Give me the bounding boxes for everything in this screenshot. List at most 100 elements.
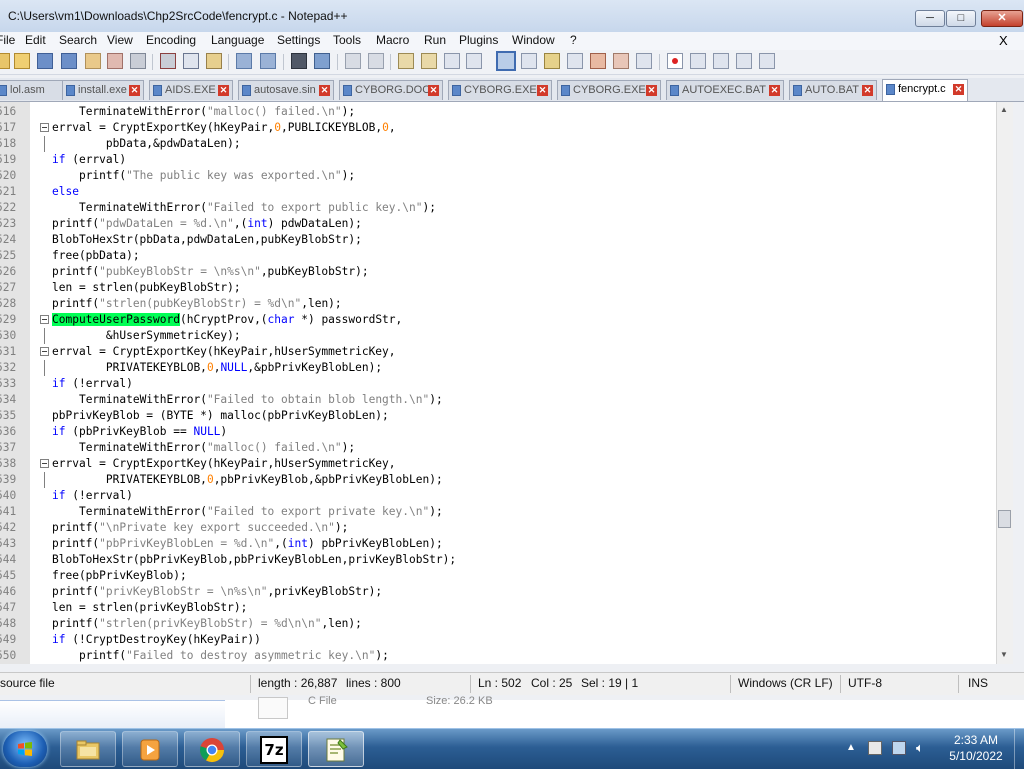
menu-settings[interactable]: Settings bbox=[277, 33, 320, 47]
indent-guide-icon[interactable] bbox=[496, 51, 516, 71]
code-line[interactable]: 544 BlobToHexStr(pbPrivKeyBlob,pbPrivKeyB… bbox=[0, 552, 996, 568]
code-line[interactable]: 524 BlobToHexStr(pbData,pdwDataLen,pubKey… bbox=[0, 232, 996, 248]
code-line[interactable]: 530 &hUserSymmetricKey); bbox=[0, 328, 996, 344]
code-editor[interactable]: 516 TerminateWithError("malloc() failed.… bbox=[0, 102, 996, 664]
menu-plugins[interactable]: Plugins bbox=[459, 33, 498, 47]
tab-close-icon[interactable]: ✕ bbox=[129, 85, 140, 96]
word-wrap-icon[interactable] bbox=[444, 53, 460, 69]
code-line[interactable]: 537 TerminateWithError("malloc() failed.… bbox=[0, 440, 996, 456]
scrollbar-thumb[interactable] bbox=[998, 510, 1011, 528]
zoom-in-icon[interactable] bbox=[345, 53, 361, 69]
taskbar-7zip-button[interactable]: 7z bbox=[246, 731, 302, 767]
code-line[interactable]: 528 printf("strlen(pubKeyBlobStr) = %d\n"… bbox=[0, 296, 996, 312]
close-button[interactable]: ✕ bbox=[981, 10, 1023, 27]
code-line[interactable]: 550 printf("Failed to destroy asymmetric… bbox=[0, 648, 996, 664]
title-bar[interactable]: C:\Users\vm1\Downloads\Chp2SrcCode\fencr… bbox=[0, 0, 1024, 33]
menu-help[interactable]: ? bbox=[570, 33, 577, 47]
code-line[interactable]: 517 errval = CryptExportKey(hKeyPair, 0,PU… bbox=[0, 120, 996, 136]
tab-close-icon[interactable]: ✕ bbox=[862, 85, 873, 96]
code-line[interactable]: 532 PRIVATEKEYBLOB,0,NULL,&pbPrivKeyBlob… bbox=[0, 360, 996, 376]
document-map-icon[interactable] bbox=[544, 53, 560, 69]
tab-close-icon[interactable]: ✕ bbox=[537, 85, 548, 96]
folder-icon[interactable] bbox=[613, 53, 629, 69]
scroll-down-icon[interactable]: ▼ bbox=[1000, 650, 1008, 659]
code-line[interactable]: 522 TerminateWithError("Failed to export… bbox=[0, 200, 996, 216]
code-line[interactable]: 534 TerminateWithError("Failed to obtain… bbox=[0, 392, 996, 408]
sync-horizontal-icon[interactable] bbox=[421, 53, 437, 69]
clock-date[interactable]: 5/10/2022 bbox=[940, 749, 1012, 763]
tab-close-icon[interactable]: ✕ bbox=[953, 84, 964, 95]
close-document-button[interactable]: X bbox=[999, 33, 1008, 48]
code-line[interactable]: 549 if (!CryptDestroyKey(hKeyPair)) bbox=[0, 632, 996, 648]
code-line[interactable]: 521 else bbox=[0, 184, 996, 200]
tab-autosave-sin[interactable]: autosave.sin ✕ bbox=[238, 80, 334, 100]
action-center-flag-icon[interactable] bbox=[868, 741, 882, 755]
taskbar-media-player-button[interactable] bbox=[122, 731, 178, 767]
undo-icon[interactable] bbox=[236, 53, 252, 69]
tab-cyborg-doc[interactable]: CYBORG.DOC ✕ bbox=[339, 80, 443, 100]
code-line[interactable]: 520 printf("The public key was exported.… bbox=[0, 168, 996, 184]
cut-icon[interactable] bbox=[160, 53, 176, 69]
start-button[interactable] bbox=[3, 731, 47, 767]
menu-search[interactable]: Search bbox=[59, 33, 97, 47]
monitoring-icon[interactable] bbox=[636, 53, 652, 69]
tab-fencrypt-c[interactable]: fencrypt.c ✕ bbox=[882, 79, 968, 101]
code-line[interactable]: 533 if (!errval) bbox=[0, 376, 996, 392]
scroll-up-icon[interactable]: ▲ bbox=[1000, 105, 1008, 114]
code-line[interactable]: 543 printf("pbPrivKeyBlobLen = %d.\n",(in… bbox=[0, 536, 996, 552]
menu-macro[interactable]: Macro bbox=[376, 33, 409, 47]
fold-toggle-icon[interactable] bbox=[40, 347, 49, 356]
code-line[interactable]: 541 TerminateWithError("Failed to export… bbox=[0, 504, 996, 520]
tab-close-icon[interactable]: ✕ bbox=[218, 85, 229, 96]
code-line[interactable]: 548 printf("strlen(privKeyBlobStr) = %d\n… bbox=[0, 616, 996, 632]
save-macro-icon[interactable] bbox=[759, 53, 775, 69]
tab-close-icon[interactable]: ✕ bbox=[646, 85, 657, 96]
code-line[interactable]: 547 len = strlen(privKeyBlobStr); bbox=[0, 600, 996, 616]
maximize-button[interactable]: □ bbox=[946, 10, 976, 27]
code-line[interactable]: 546 printf("privKeyBlobStr = \n%s\n",priv… bbox=[0, 584, 996, 600]
tab-close-icon[interactable]: ✕ bbox=[428, 85, 439, 96]
find-icon[interactable] bbox=[291, 53, 307, 69]
code-line[interactable]: 516 TerminateWithError("malloc() failed.… bbox=[0, 104, 996, 120]
print-icon[interactable] bbox=[130, 53, 146, 69]
save-icon[interactable] bbox=[37, 53, 53, 69]
code-line[interactable]: 540 if (!errval) bbox=[0, 488, 996, 504]
stop-macro-icon[interactable] bbox=[690, 53, 706, 69]
zoom-out-icon[interactable] bbox=[368, 53, 384, 69]
copy-icon[interactable] bbox=[183, 53, 199, 69]
vertical-scrollbar[interactable]: ▲ ▼ bbox=[996, 102, 1013, 664]
volume-icon[interactable]: 🔈︎ bbox=[916, 740, 930, 755]
taskbar-explorer-button[interactable] bbox=[60, 731, 116, 767]
function-list-icon[interactable] bbox=[567, 53, 583, 69]
code-line[interactable]: 538 errval = CryptExportKey(hKeyPair,hUse… bbox=[0, 456, 996, 472]
tab-close-icon[interactable]: ✕ bbox=[319, 85, 330, 96]
menu-window[interactable]: Window bbox=[512, 33, 555, 47]
close-all-icon[interactable] bbox=[107, 53, 123, 69]
show-hidden-icons-icon[interactable]: ▲ bbox=[846, 742, 860, 756]
clock-time[interactable]: 2:33 AM bbox=[940, 733, 1012, 747]
user-language-icon[interactable] bbox=[521, 53, 537, 69]
tab-close-icon[interactable]: ✕ bbox=[769, 85, 780, 96]
tab-autoexec-bat[interactable]: AUTOEXEC.BAT ✕ bbox=[666, 80, 784, 100]
code-line[interactable]: 519 if (errval) bbox=[0, 152, 996, 168]
redo-icon[interactable] bbox=[260, 53, 276, 69]
taskbar-notepadpp-button[interactable] bbox=[308, 731, 364, 767]
open-file-icon[interactable] bbox=[14, 53, 30, 69]
menu-file[interactable]: File bbox=[0, 33, 15, 47]
menu-language[interactable]: Language bbox=[211, 33, 264, 47]
tab-cyborg-exe-2[interactable]: CYBORG.EXE ✕ bbox=[557, 80, 661, 100]
paste-icon[interactable] bbox=[206, 53, 222, 69]
code-line[interactable]: 542 printf("\nPrivate key export succeede… bbox=[0, 520, 996, 536]
fold-toggle-icon[interactable] bbox=[40, 123, 49, 132]
code-line[interactable]: 531 errval = CryptExportKey(hKeyPair,hUse… bbox=[0, 344, 996, 360]
tab-auto-bat[interactable]: AUTO.BAT ✕ bbox=[789, 80, 877, 100]
menu-run[interactable]: Run bbox=[424, 33, 446, 47]
sync-vertical-icon[interactable] bbox=[398, 53, 414, 69]
code-line[interactable]: 523 printf("pdwDataLen = %d.\n",(int) pdw… bbox=[0, 216, 996, 232]
code-line[interactable]: 518 pbData,&pdwDataLen); bbox=[0, 136, 996, 152]
folder-as-workspace-icon[interactable] bbox=[590, 53, 606, 69]
taskbar-chrome-button[interactable] bbox=[184, 731, 240, 767]
save-all-icon[interactable] bbox=[61, 53, 77, 69]
fold-toggle-icon[interactable] bbox=[40, 459, 49, 468]
menu-edit[interactable]: Edit bbox=[25, 33, 46, 47]
